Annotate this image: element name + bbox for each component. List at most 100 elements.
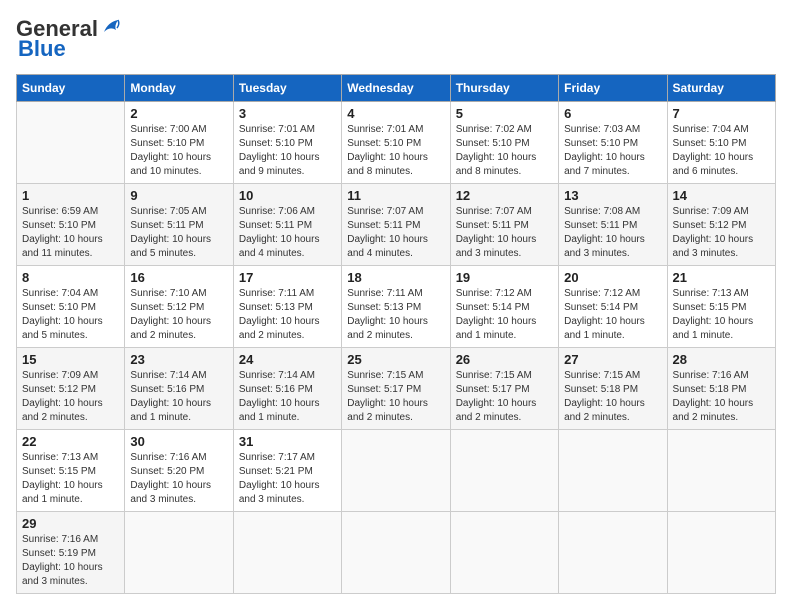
calendar-cell: 28 Sunrise: 7:16 AM Sunset: 5:18 PM Dayli… — [667, 348, 775, 430]
logo: General Blue — [16, 16, 122, 62]
day-info: Sunrise: 7:12 AM Sunset: 5:14 PM Dayligh… — [456, 287, 553, 343]
calendar-cell: 13Sunrise: 7:08 AM Sunset: 5:11 PM Dayli… — [559, 184, 667, 266]
day-info: Sunrise: 7:09 AM Sunset: 5:12 PM Dayligh… — [673, 205, 770, 261]
day-number: 7 — [673, 106, 770, 121]
col-header-monday: Monday — [125, 75, 233, 102]
calendar-cell — [667, 430, 775, 512]
calendar-cell: 17Sunrise: 7:11 AM Sunset: 5:13 PM Dayli… — [233, 266, 341, 348]
day-number: 15 — [22, 352, 119, 367]
day-number: 13 — [564, 188, 661, 203]
calendar-cell: 9 Sunrise: 7:05 AM Sunset: 5:11 PM Daylig… — [125, 184, 233, 266]
day-info: Sunrise: 7:16 AM Sunset: 5:20 PM Dayligh… — [130, 451, 227, 507]
calendar-cell: 25Sunrise: 7:15 AM Sunset: 5:17 PM Dayli… — [342, 348, 450, 430]
day-number: 27 — [564, 352, 661, 367]
logo-blue: Blue — [18, 36, 66, 62]
day-number: 31 — [239, 434, 336, 449]
day-info: Sunrise: 7:11 AM Sunset: 5:13 PM Dayligh… — [239, 287, 336, 343]
day-info: Sunrise: 7:05 AM Sunset: 5:11 PM Dayligh… — [130, 205, 227, 261]
day-number: 5 — [456, 106, 553, 121]
day-info: Sunrise: 7:00 AM Sunset: 5:10 PM Dayligh… — [130, 123, 227, 179]
day-number: 10 — [239, 188, 336, 203]
day-info: Sunrise: 7:07 AM Sunset: 5:11 PM Dayligh… — [456, 205, 553, 261]
day-number: 30 — [130, 434, 227, 449]
day-number: 24 — [239, 352, 336, 367]
calendar-cell: 6 Sunrise: 7:03 AM Sunset: 5:10 PM Daylig… — [559, 102, 667, 184]
calendar-cell: 10 Sunrise: 7:06 AM Sunset: 5:11 PM Dayli… — [233, 184, 341, 266]
calendar-cell — [342, 430, 450, 512]
calendar-cell — [17, 102, 125, 184]
calendar-cell — [667, 512, 775, 594]
day-info: Sunrise: 7:12 AM Sunset: 5:14 PM Dayligh… — [564, 287, 661, 343]
day-number: 1 — [22, 188, 119, 203]
calendar-cell: 5 Sunrise: 7:02 AM Sunset: 5:10 PM Daylig… — [450, 102, 558, 184]
day-info: Sunrise: 7:11 AM Sunset: 5:13 PM Dayligh… — [347, 287, 444, 343]
calendar-cell: 18 Sunrise: 7:11 AM Sunset: 5:13 PM Dayli… — [342, 266, 450, 348]
col-header-friday: Friday — [559, 75, 667, 102]
calendar-cell: 30 Sunrise: 7:16 AM Sunset: 5:20 PM Dayli… — [125, 430, 233, 512]
calendar-cell: 1 Sunrise: 6:59 AM Sunset: 5:10 PM Daylig… — [17, 184, 125, 266]
calendar-cell: 29 Sunrise: 7:16 AM Sunset: 5:19 PM Dayli… — [17, 512, 125, 594]
calendar-cell — [125, 512, 233, 594]
calendar-cell: 12 Sunrise: 7:07 AM Sunset: 5:11 PM Dayli… — [450, 184, 558, 266]
day-info: Sunrise: 7:14 AM Sunset: 5:16 PM Dayligh… — [239, 369, 336, 425]
day-info: Sunrise: 7:02 AM Sunset: 5:10 PM Dayligh… — [456, 123, 553, 179]
day-number: 14 — [673, 188, 770, 203]
calendar-cell: 23 Sunrise: 7:14 AM Sunset: 5:16 PM Dayli… — [125, 348, 233, 430]
day-number: 18 — [347, 270, 444, 285]
calendar-cell: 26 Sunrise: 7:15 AM Sunset: 5:17 PM Dayli… — [450, 348, 558, 430]
calendar-table: SundayMondayTuesdayWednesdayThursdayFrid… — [16, 74, 776, 594]
day-number: 4 — [347, 106, 444, 121]
day-info: Sunrise: 7:01 AM Sunset: 5:10 PM Dayligh… — [347, 123, 444, 179]
calendar-cell: 8 Sunrise: 7:04 AM Sunset: 5:10 PM Daylig… — [17, 266, 125, 348]
calendar-cell: 11Sunrise: 7:07 AM Sunset: 5:11 PM Dayli… — [342, 184, 450, 266]
day-info: Sunrise: 7:16 AM Sunset: 5:19 PM Dayligh… — [22, 533, 119, 589]
col-header-saturday: Saturday — [667, 75, 775, 102]
calendar-cell: 2 Sunrise: 7:00 AM Sunset: 5:10 PM Daylig… — [125, 102, 233, 184]
day-info: Sunrise: 7:16 AM Sunset: 5:18 PM Dayligh… — [673, 369, 770, 425]
col-header-wednesday: Wednesday — [342, 75, 450, 102]
calendar-cell: 21 Sunrise: 7:13 AM Sunset: 5:15 PM Dayli… — [667, 266, 775, 348]
day-info: Sunrise: 7:13 AM Sunset: 5:15 PM Dayligh… — [22, 451, 119, 507]
col-header-sunday: Sunday — [17, 75, 125, 102]
day-info: Sunrise: 7:15 AM Sunset: 5:18 PM Dayligh… — [564, 369, 661, 425]
page-header: General Blue — [16, 16, 776, 62]
day-info: Sunrise: 7:09 AM Sunset: 5:12 PM Dayligh… — [22, 369, 119, 425]
day-number: 6 — [564, 106, 661, 121]
day-info: Sunrise: 7:04 AM Sunset: 5:10 PM Dayligh… — [22, 287, 119, 343]
calendar-cell: 4 Sunrise: 7:01 AM Sunset: 5:10 PM Daylig… — [342, 102, 450, 184]
calendar-cell: 27 Sunrise: 7:15 AM Sunset: 5:18 PM Dayli… — [559, 348, 667, 430]
day-number: 3 — [239, 106, 336, 121]
day-info: Sunrise: 7:03 AM Sunset: 5:10 PM Dayligh… — [564, 123, 661, 179]
day-info: Sunrise: 7:15 AM Sunset: 5:17 PM Dayligh… — [347, 369, 444, 425]
day-number: 9 — [130, 188, 227, 203]
logo-bird-icon — [100, 18, 122, 36]
calendar-cell — [559, 512, 667, 594]
day-info: Sunrise: 7:17 AM Sunset: 5:21 PM Dayligh… — [239, 451, 336, 507]
day-info: Sunrise: 7:06 AM Sunset: 5:11 PM Dayligh… — [239, 205, 336, 261]
day-info: Sunrise: 7:10 AM Sunset: 5:12 PM Dayligh… — [130, 287, 227, 343]
calendar-cell — [559, 430, 667, 512]
day-number: 22 — [22, 434, 119, 449]
calendar-cell — [233, 512, 341, 594]
day-number: 26 — [456, 352, 553, 367]
day-number: 28 — [673, 352, 770, 367]
calendar-cell: 20 Sunrise: 7:12 AM Sunset: 5:14 PM Dayli… — [559, 266, 667, 348]
day-info: Sunrise: 7:07 AM Sunset: 5:11 PM Dayligh… — [347, 205, 444, 261]
day-number: 23 — [130, 352, 227, 367]
day-number: 21 — [673, 270, 770, 285]
calendar-cell: 3 Sunrise: 7:01 AM Sunset: 5:10 PM Daylig… — [233, 102, 341, 184]
day-info: Sunrise: 7:15 AM Sunset: 5:17 PM Dayligh… — [456, 369, 553, 425]
calendar-cell: 15 Sunrise: 7:09 AM Sunset: 5:12 PM Dayli… — [17, 348, 125, 430]
day-info: Sunrise: 6:59 AM Sunset: 5:10 PM Dayligh… — [22, 205, 119, 261]
day-info: Sunrise: 7:01 AM Sunset: 5:10 PM Dayligh… — [239, 123, 336, 179]
day-number: 12 — [456, 188, 553, 203]
day-info: Sunrise: 7:14 AM Sunset: 5:16 PM Dayligh… — [130, 369, 227, 425]
day-number: 8 — [22, 270, 119, 285]
day-number: 29 — [22, 516, 119, 531]
day-number: 20 — [564, 270, 661, 285]
col-header-thursday: Thursday — [450, 75, 558, 102]
day-info: Sunrise: 7:13 AM Sunset: 5:15 PM Dayligh… — [673, 287, 770, 343]
calendar-cell: 14 Sunrise: 7:09 AM Sunset: 5:12 PM Dayli… — [667, 184, 775, 266]
day-number: 2 — [130, 106, 227, 121]
calendar-cell: 31 Sunrise: 7:17 AM Sunset: 5:21 PM Dayli… — [233, 430, 341, 512]
